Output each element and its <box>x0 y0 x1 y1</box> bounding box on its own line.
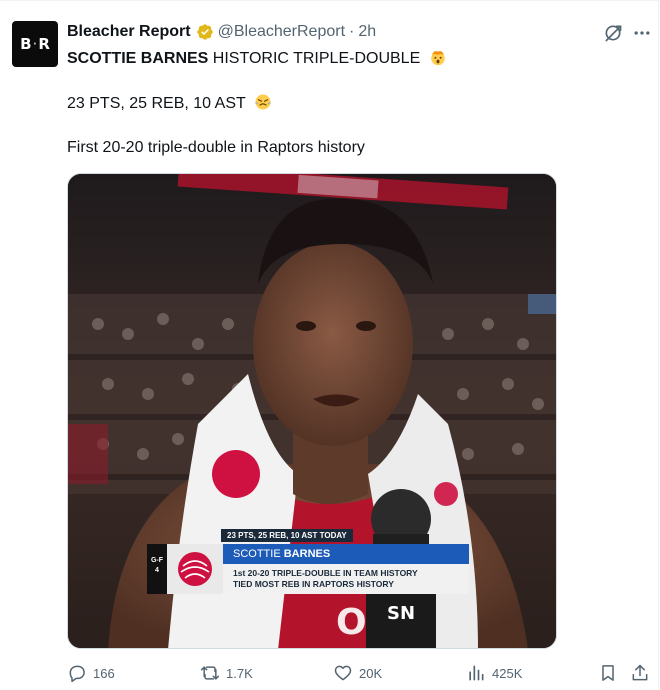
tweet-text-bold: SCOTTIE BARNES <box>67 50 209 67</box>
position-text: G-F <box>150 557 164 564</box>
tweet-history-text: First 20-20 triple-double in Raptors his… <box>67 139 365 156</box>
broadcast-player-name: SCOTTIE BARNES <box>223 544 469 564</box>
display-name[interactable]: Bleacher Report <box>67 23 191 41</box>
tweet-text-rest: HISTORIC TRIPLE-DOUBLE <box>208 50 421 67</box>
broadcast-info-line-2: TIED MOST REB IN RAPTORS HISTORY <box>233 579 394 589</box>
avatar-letter-b: B <box>20 35 32 53</box>
exploding-head-emoji-icon <box>430 51 445 66</box>
broadcast-info-line-1: 1st 20-20 TRIPLE-DOUBLE IN TEAM HISTORY <box>233 568 418 578</box>
tweet-text-line-1: SCOTTIE BARNES HISTORIC TRIPLE-DOUBLE <box>67 48 447 69</box>
views-chart-icon <box>469 665 484 681</box>
svg-text:O: O <box>336 602 367 643</box>
tweet-text-line-2: 23 PTS, 25 REB, 10 AST <box>67 93 272 114</box>
tweet-media-image[interactable]: SN O 23 PTS, 25 REB, 10 AST TODAY G-F 4 … <box>67 173 557 649</box>
triumph-face-emoji-icon <box>255 94 271 110</box>
player-first-name: SCOTTIE <box>233 548 281 560</box>
bookmark-icon[interactable] <box>598 663 618 683</box>
raptors-logo <box>167 544 223 594</box>
reply-button[interactable]: 166 <box>67 661 115 685</box>
tweet-actions-bar: 166 1.7K 20K 425K <box>67 661 627 685</box>
reply-count: 166 <box>93 665 115 681</box>
user-handle[interactable]: @BleacherReport <box>218 23 345 41</box>
broadcast-stat-line: 23 PTS, 25 REB, 10 AST TODAY <box>221 529 353 542</box>
reply-icon <box>69 665 85 683</box>
views-count: 425K <box>492 665 523 681</box>
jersey-number-text: 4 <box>155 567 159 574</box>
tweet-card[interactable]: B · R Bleacher Report @BleacherReport · 2h… <box>0 0 659 690</box>
verified-badge-icon[interactable] <box>196 23 214 41</box>
retweet-count: 1.7K <box>226 665 253 681</box>
broadcast-lower-third: 23 PTS, 25 REB, 10 AST TODAY G-F 4 SCOTT… <box>147 529 469 595</box>
tweet-stats-text: 23 PTS, 25 REB, 10 AST <box>67 95 246 112</box>
avatar-letter-r: R <box>38 35 50 53</box>
avatar[interactable]: B · R <box>12 21 58 67</box>
player-last-name: BARNES <box>283 548 331 560</box>
like-button[interactable]: 20K <box>333 661 382 685</box>
views-button[interactable]: 425K <box>466 661 522 685</box>
mic-logo-text: SN <box>387 603 415 624</box>
more-options-icon[interactable] <box>632 23 652 43</box>
retweet-button[interactable]: 1.7K <box>200 661 253 685</box>
like-count: 20K <box>359 665 383 681</box>
grok-icon[interactable] <box>603 23 623 43</box>
tweet-text-line-3: First 20-20 triple-double in Raptors his… <box>67 138 365 158</box>
retweet-icon <box>200 666 220 680</box>
tweet-header: Bleacher Report @BleacherReport · 2h <box>67 22 376 42</box>
avatar-separator: · <box>32 35 38 53</box>
broadcast-position-label: G-F 4 <box>147 544 167 594</box>
share-icon[interactable] <box>630 663 650 683</box>
tweet-timestamp[interactable]: 2h <box>358 23 376 41</box>
heart-icon <box>334 665 352 681</box>
broadcast-info: 1st 20-20 TRIPLE-DOUBLE IN TEAM HISTORY … <box>223 564 469 594</box>
header-separator: · <box>349 23 355 40</box>
